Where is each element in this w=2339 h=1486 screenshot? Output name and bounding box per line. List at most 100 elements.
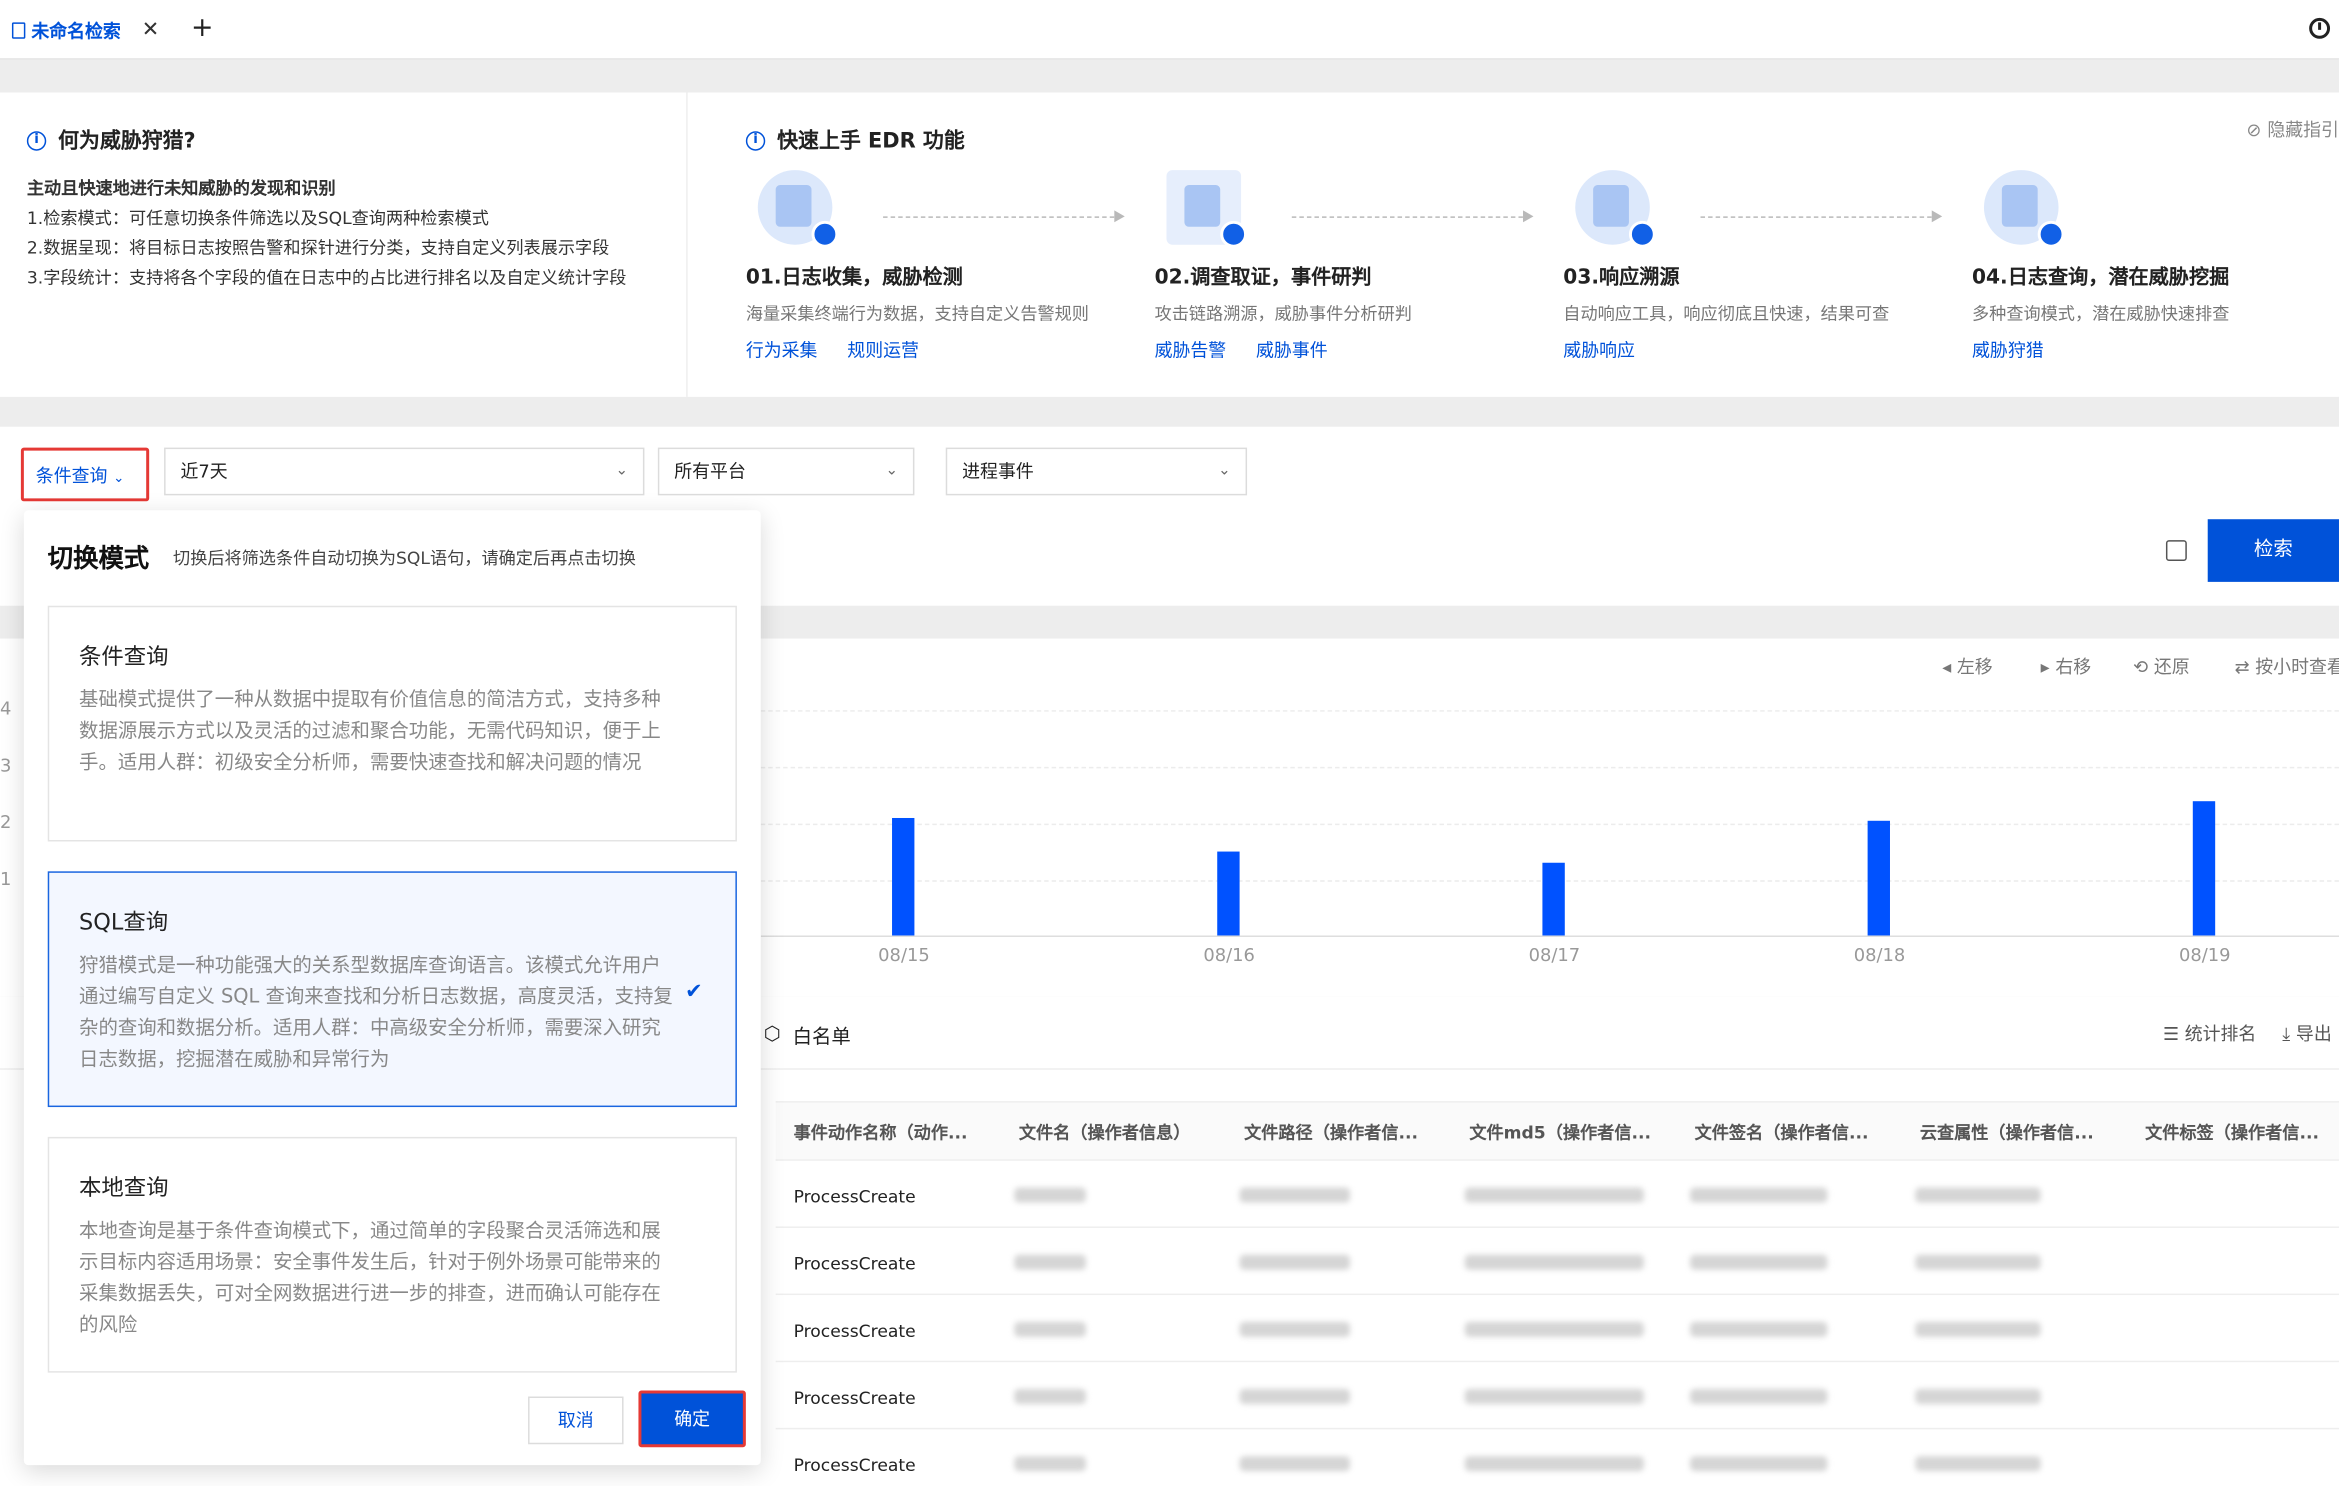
event-action-cell: ProcessCreate <box>793 1387 916 1409</box>
redacted-cell <box>1464 1254 1644 1270</box>
redacted-cell <box>1239 1389 1350 1404</box>
redacted-cell <box>1915 1321 2041 1337</box>
step-desc: 海量采集终端行为数据，支持自定义告警规则 <box>745 302 1089 324</box>
table-row[interactable]: ProcessCreate <box>775 1161 2339 1228</box>
log-query-icon <box>1983 170 2065 248</box>
hide-guide-button[interactable]: ⊘ 隐藏指引 <box>2246 116 2339 141</box>
step-title: 04.日志查询，潜在威胁挖掘 <box>1972 265 2230 290</box>
bar-08/19[interactable] <box>2192 801 2216 936</box>
redacted-cell <box>1690 1389 1828 1404</box>
save-icon[interactable] <box>2165 540 2187 561</box>
add-tab-button[interactable]: + <box>191 12 214 43</box>
popover-title: 切换模式 <box>47 544 150 575</box>
redacted-cell <box>1464 1187 1644 1203</box>
column-header[interactable]: 文件签名（操作者信... <box>1695 1120 1869 1144</box>
tab-active[interactable]: 未命名检索 ✕ <box>11 9 160 51</box>
link-threat-event[interactable]: 威胁事件 <box>1256 337 1328 362</box>
history-icon[interactable] <box>2309 17 2331 39</box>
search-button[interactable]: 检索 <box>2207 519 2339 582</box>
redacted-cell <box>1239 1456 1350 1472</box>
step-title: 03.响应溯源 <box>1563 265 1680 290</box>
redacted-cell <box>1014 1254 1086 1270</box>
response-icon <box>1575 170 1656 248</box>
link-threat-hunting[interactable]: 威胁狩猎 <box>1972 337 2044 362</box>
chevron-down-icon: ⌄ <box>615 462 629 479</box>
whitelist-tab[interactable]: ⬡ 白名单 <box>764 1021 851 1049</box>
cancel-button[interactable]: 取消 <box>528 1396 624 1445</box>
event-type-select[interactable]: 进程事件 ⌄ <box>945 447 1248 496</box>
x-tick-label: 08/17 <box>1529 945 1581 966</box>
mode-card-local[interactable]: 本地查询 本地查询是基于条件查询模式下，通过简单的字段聚合灵活筛选和展示目标内容… <box>47 1136 737 1373</box>
redacted-cell <box>1464 1321 1644 1337</box>
redacted-cell <box>1915 1187 2041 1203</box>
redacted-cell <box>1014 1389 1086 1404</box>
stats-ranking-button[interactable]: ☰ 统计排名 <box>2163 1021 2256 1046</box>
redacted-cell <box>1014 1187 1086 1203</box>
guide-left-bold: 主动且快速地进行未知威胁的发现和识别 <box>26 177 336 199</box>
redacted-cell <box>1239 1187 1350 1203</box>
time-range-select[interactable]: 近7天 ⌄ <box>164 447 645 496</box>
table-row[interactable]: ProcessCreate <box>775 1295 2339 1363</box>
confirm-button[interactable]: 确定 <box>638 1390 746 1448</box>
table-row[interactable]: ProcessCreate <box>775 1228 2339 1296</box>
x-tick-label: 08/19 <box>2179 945 2231 966</box>
redacted-cell <box>1464 1389 1644 1404</box>
document-icon <box>11 21 26 39</box>
column-header[interactable]: 事件动作名称（动作... <box>794 1120 968 1144</box>
card-desc: 基础模式提供了一种从数据中提取有价值信息的简洁方式，支持多种数据源展示方式以及灵… <box>79 689 661 775</box>
card-title: 条件查询 <box>79 643 169 670</box>
redacted-cell <box>1690 1254 1828 1270</box>
eye-off-icon: ⊘ <box>2246 118 2262 140</box>
table-row[interactable]: ProcessCreate <box>775 1362 2339 1430</box>
link-behavior-collect[interactable]: 行为采集 <box>746 337 818 362</box>
close-icon[interactable]: ✕ <box>142 18 160 42</box>
export-button[interactable]: ⤓ 导出 <box>2282 1021 2331 1046</box>
column-header[interactable]: 云查属性（操作者信... <box>1920 1120 2094 1144</box>
link-threat-response[interactable]: 威胁响应 <box>1563 337 1635 362</box>
redacted-cell <box>1915 1456 2041 1472</box>
tab-bar: 未命名检索 ✕ + <box>0 0 2339 60</box>
mode-card-condition[interactable]: 条件查询 基础模式提供了一种从数据中提取有价值信息的简洁方式，支持多种数据源展示… <box>47 605 737 842</box>
link-rule-ops[interactable]: 规则运营 <box>847 337 919 362</box>
step-1: 01.日志收集，威胁检测 海量采集终端行为数据，支持自定义告警规则 行为采集 规则… <box>746 170 1149 362</box>
event-action-cell: ProcessCreate <box>793 1454 916 1476</box>
event-action-cell: ProcessCreate <box>793 1186 916 1208</box>
guide-panel: i 何为威胁狩猎? 主动且快速地进行未知威胁的发现和识别 1.检索模式：可任意切换… <box>0 92 2339 397</box>
chevron-down-icon: ⌄ <box>113 471 125 487</box>
info-icon: i <box>26 130 47 150</box>
step-arrow <box>1700 210 1943 223</box>
card-desc: 狩猎模式是一种功能强大的关系型数据库查询语言。该模式允许用户通过编写自定义 SQ… <box>79 954 673 1072</box>
x-tick-label: 08/16 <box>1203 945 1255 966</box>
mode-card-sql[interactable]: SQL查询 狩猎模式是一种功能强大的关系型数据库查询语言。该模式允许用户通过编写… <box>47 871 737 1108</box>
table-row[interactable]: ProcessCreate <box>776 1429 2339 1486</box>
guide-left: i 何为威胁狩猎? 主动且快速地进行未知威胁的发现和识别 1.检索模式：可任意切换… <box>26 125 626 292</box>
info-icon: i <box>745 130 766 150</box>
link-threat-alert[interactable]: 威胁告警 <box>1155 337 1227 362</box>
column-header[interactable]: 文件名（操作者信息） <box>1019 1120 1191 1144</box>
column-header[interactable]: 文件路径（操作者信... <box>1244 1120 1418 1144</box>
investigation-icon <box>1166 170 1248 248</box>
column-header[interactable]: 文件标签（操作者信... <box>2145 1120 2319 1144</box>
step-desc: 攻击链路溯源，威胁事件分析研判 <box>1154 302 1412 324</box>
step-4: 04.日志查询，潜在威胁挖掘 多种查询模式，潜在威胁快速排查 威胁狩猎 <box>1972 170 2339 362</box>
event-action-cell: ProcessCreate <box>793 1320 916 1342</box>
bar-08/15[interactable] <box>892 817 915 936</box>
bar-08/16[interactable] <box>1217 851 1240 936</box>
bar-08/18[interactable] <box>1867 820 1890 936</box>
platform-select[interactable]: 所有平台 ⌄ <box>657 447 915 496</box>
step-arrow <box>883 210 1125 223</box>
step-desc: 多种查询模式，潜在威胁快速排查 <box>1972 302 2230 324</box>
redacted-cell <box>1014 1321 1086 1337</box>
redacted-cell <box>1690 1187 1828 1203</box>
redacted-cell <box>1014 1456 1086 1472</box>
bar-08/17[interactable] <box>1542 862 1565 936</box>
query-mode-dropdown[interactable]: 条件查询 ⌄ <box>20 447 150 502</box>
column-header[interactable]: 文件md5（操作者信... <box>1469 1120 1651 1144</box>
guide-right-title: i 快速上手 EDR 功能 <box>745 125 965 155</box>
mode-switch-popover: 切换模式 切换后将筛选条件自动切换为SQL语句，请确定后再点击切换 条件查询 基… <box>23 510 761 1466</box>
card-title: 本地查询 <box>79 1174 169 1202</box>
event-action-cell: ProcessCreate <box>793 1253 916 1275</box>
log-collect-icon <box>757 170 839 248</box>
redacted-cell <box>1239 1254 1350 1270</box>
step-3: 03.响应溯源 自动响应工具，响应彻底且快速，结果可查 威胁响应 <box>1563 170 1966 362</box>
